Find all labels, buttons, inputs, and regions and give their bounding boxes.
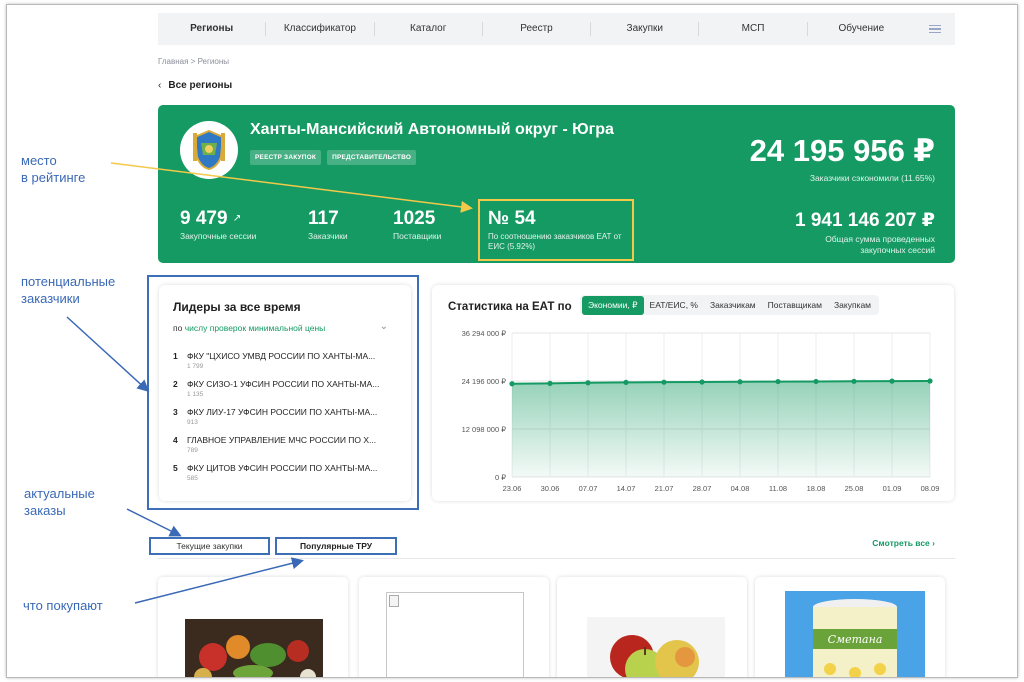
arrow-orders	[126, 508, 182, 537]
page-frame: Регионы Классификатор Каталог Реестр Зак…	[6, 4, 1018, 678]
annotation-arrows	[66, 162, 473, 604]
arrow-rank	[110, 162, 473, 213]
arrow-buy	[134, 557, 304, 604]
arrow-customers	[66, 316, 150, 393]
